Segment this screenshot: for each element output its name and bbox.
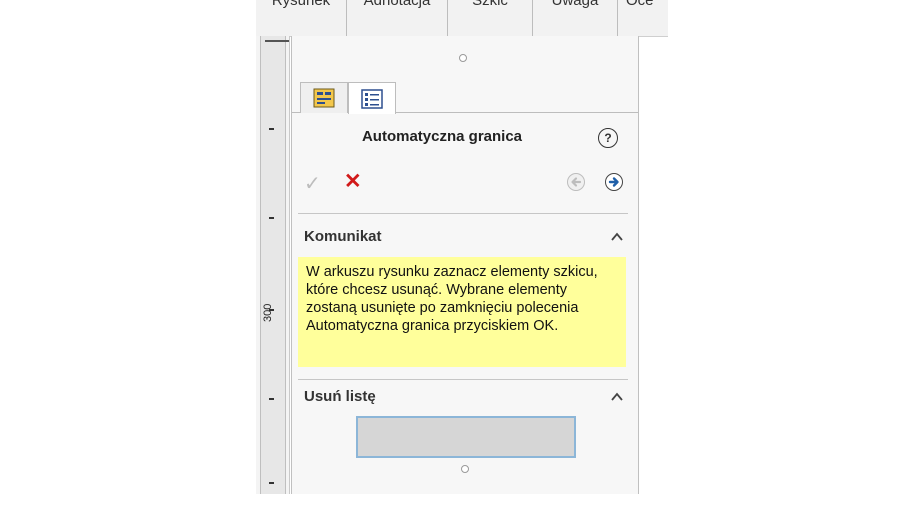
tab-uwaga[interactable]: Uwaga: [533, 0, 618, 36]
remove-list-box[interactable]: [356, 416, 576, 458]
property-manager-icon: [361, 88, 383, 109]
divider: [298, 213, 628, 214]
section-title-usun-liste: Usuń listę: [304, 388, 376, 405]
message-box: W arkuszu rysunku zaznacz elementy szkic…: [298, 257, 626, 367]
tab-rysunek[interactable]: Rysunek: [256, 0, 347, 36]
tab-feature-tree[interactable]: [300, 82, 348, 113]
panel-tabs: [292, 76, 638, 114]
cancel-button[interactable]: ✕: [344, 169, 362, 194]
ribbon-tab-bar: Rysunek Adnotacja Szkic Uwaga Oce: [256, 0, 668, 37]
tree-icon: [313, 88, 335, 108]
chevron-up-icon[interactable]: [610, 230, 624, 244]
message-text: W arkuszu rysunku zaznacz elementy szkic…: [306, 264, 598, 334]
ruler-tick: [269, 217, 274, 219]
ruler-tick: [269, 482, 274, 484]
help-icon[interactable]: ?: [598, 128, 618, 148]
ok-button[interactable]: ✓: [304, 171, 321, 196]
back-arrow-icon[interactable]: [566, 172, 586, 192]
chevron-up-icon[interactable]: [610, 390, 624, 404]
divider: [298, 379, 628, 380]
forward-arrow-icon[interactable]: [604, 172, 624, 192]
ruler-tick: [269, 128, 274, 130]
ruler-top-mark: [265, 40, 289, 50]
ruler-tick: [269, 398, 274, 400]
resize-handle-icon[interactable]: [461, 465, 469, 473]
ruler-track: [260, 36, 289, 494]
tab-szkic[interactable]: Szkic: [448, 0, 533, 36]
vertical-ruler: 300: [256, 36, 290, 494]
panel-title: Automatyczna granica: [361, 128, 523, 145]
ruler-label: 300: [262, 303, 274, 322]
section-title-komunikat: Komunikat: [304, 228, 382, 245]
property-manager-panel: Automatyczna granica ? ✓ ✕ Komunikat W a…: [291, 36, 639, 494]
tab-ocena[interactable]: Oce: [618, 0, 668, 36]
panel-splitter[interactable]: [292, 50, 638, 64]
splitter-handle-icon[interactable]: [459, 54, 467, 62]
tab-adnotacja[interactable]: Adnotacja: [347, 0, 448, 36]
tab-property-manager[interactable]: [348, 82, 396, 114]
